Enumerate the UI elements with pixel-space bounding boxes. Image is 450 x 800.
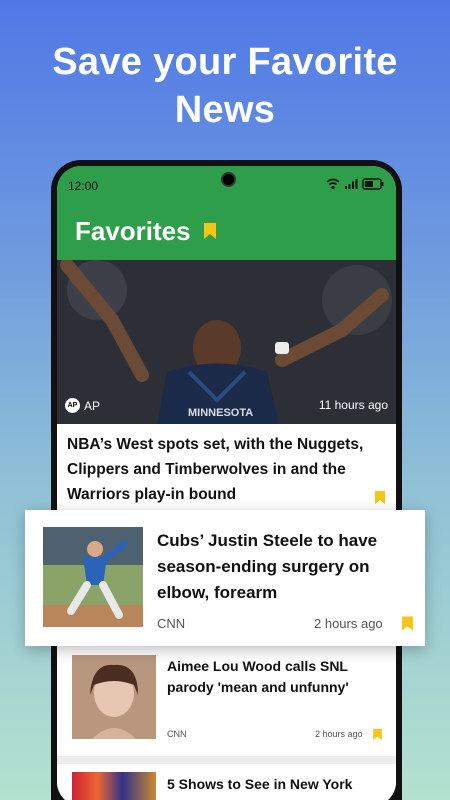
ap-logo-icon: AP xyxy=(65,398,80,413)
highlighted-article-title: Cubs’ Justin Steele to have season-endin… xyxy=(157,531,378,602)
status-icons xyxy=(326,178,384,190)
highlighted-article-card[interactable]: Cubs’ Justin Steele to have season-endin… xyxy=(25,510,425,646)
bookmark-icon[interactable] xyxy=(401,615,414,632)
featured-source-label: AP xyxy=(84,398,101,413)
signal-icon xyxy=(345,179,358,189)
bookmark-icon[interactable] xyxy=(374,490,386,505)
jersey-text: MINNESOTA xyxy=(188,407,253,419)
status-time: 12:00 xyxy=(68,179,99,193)
article-title: Aimee Lou Wood calls SNL parody 'mean an… xyxy=(167,658,349,695)
promo-headline: Save your Favorite News xyxy=(0,38,450,134)
promo-headline-line2: News xyxy=(174,89,276,131)
featured-time: 11 hours ago xyxy=(318,398,388,412)
article-thumbnail xyxy=(72,772,156,800)
app-bar: Favorites xyxy=(57,204,396,260)
promo-headline-line1: Save your Favorite xyxy=(52,41,398,83)
highlighted-article-source: CNN xyxy=(157,616,186,631)
featured-article-title: NBA’s West spots set, with the Nuggets, … xyxy=(67,436,364,503)
wifi-icon xyxy=(326,178,340,190)
front-camera xyxy=(221,172,236,187)
page-title: Favorites xyxy=(75,216,191,246)
phone-screen: 12:00 Favorites MINNESOTA AP AP 11 hours… xyxy=(57,166,396,800)
highlighted-article-time: 2 hours ago xyxy=(314,616,383,631)
battery-icon xyxy=(362,178,384,190)
article-time: 2 hours ago xyxy=(315,729,363,739)
article-thumbnail xyxy=(43,527,143,627)
article-title: 5 Shows to See in New York City This Spr… xyxy=(167,776,353,800)
article-source: CNN xyxy=(167,729,187,739)
bookmark-icon[interactable] xyxy=(372,728,383,741)
list-item[interactable]: 5 Shows to See in New York City This Spr… xyxy=(57,764,396,800)
featured-source: AP AP xyxy=(65,398,100,413)
featured-article-image[interactable]: MINNESOTA AP AP 11 hours ago xyxy=(57,260,396,424)
status-bar: 12:00 xyxy=(57,166,396,204)
article-thumbnail xyxy=(72,655,156,739)
baseball-pitcher-photo xyxy=(43,527,143,627)
featured-article[interactable]: NBA’s West spots set, with the Nuggets, … xyxy=(57,424,396,514)
list-item[interactable]: Aimee Lou Wood calls SNL parody 'mean an… xyxy=(57,646,396,756)
bookmark-icon xyxy=(204,223,216,239)
portrait-photo xyxy=(72,655,156,739)
